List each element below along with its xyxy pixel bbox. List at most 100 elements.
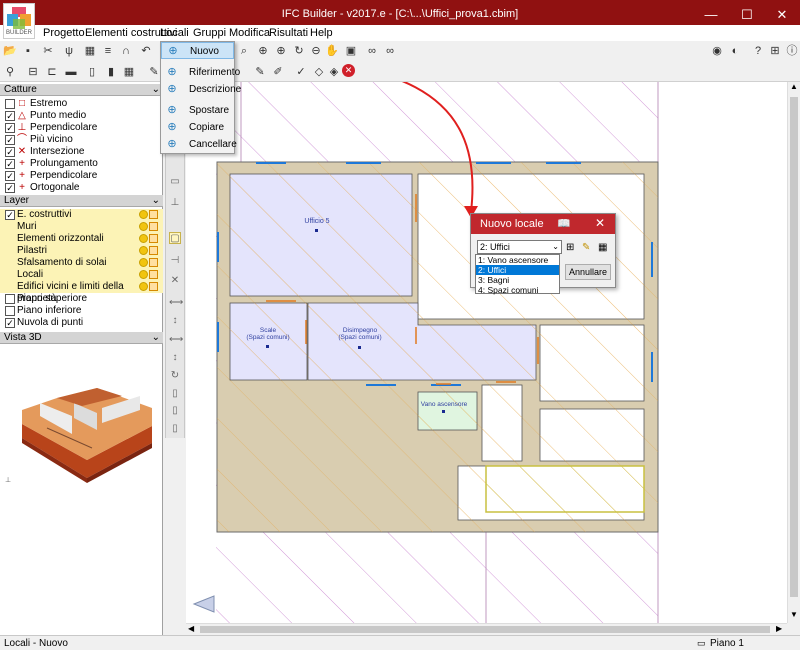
option-vano-ascensore[interactable]: 1: Vano ascensore	[476, 255, 559, 265]
catture-item[interactable]: ✓ ✕ Intersezione	[0, 146, 163, 158]
cancel-icon[interactable]: ✕	[342, 64, 355, 77]
scissors-icon[interactable]: ✂	[41, 44, 55, 58]
catture-item[interactable]: ✓ + Ortogonale	[0, 182, 163, 194]
checkbox[interactable]: ✓	[5, 159, 15, 169]
checkbox[interactable]: ✓	[5, 171, 15, 181]
add-icon[interactable]: ⊞	[566, 242, 574, 253]
layer-item[interactable]: Locali	[0, 269, 163, 281]
menu-item-riferimento[interactable]: ⊕ Riferimento	[161, 64, 240, 81]
zoom-all-icon[interactable]: ⊕	[256, 44, 270, 58]
tool-icon-7[interactable]: ▯	[169, 423, 181, 435]
undo-icon[interactable]: ↶	[139, 44, 153, 58]
checkbox[interactable]	[5, 294, 15, 304]
layer-visibility-icon[interactable]	[139, 246, 159, 256]
view-icon[interactable]: ▣	[344, 44, 358, 58]
tag-icon[interactable]: ◇	[312, 65, 326, 79]
binoculars-icon[interactable]: ∞	[365, 44, 379, 58]
magnet-icon[interactable]: ∩	[119, 44, 133, 58]
menu-help[interactable]: Help	[310, 27, 333, 39]
layer-header[interactable]: Layer ⌄	[0, 195, 163, 207]
color-wheel-icon[interactable]: ◐	[728, 44, 742, 58]
vista3d-header[interactable]: Vista 3D ⌄	[0, 332, 163, 344]
option-spazi-comuni[interactable]: 4: Spazi comuni	[476, 285, 559, 295]
catture-item[interactable]: ✓ ⌒ Più vicino	[0, 134, 163, 146]
layer-item[interactable]: Edifici vicini e limiti della proprietà	[0, 281, 163, 304]
checkbox[interactable]: ✓	[5, 111, 15, 121]
layer-visibility-icon[interactable]	[139, 258, 159, 268]
zoom-out-icon[interactable]: ⊖	[309, 44, 323, 58]
layer-visibility-icon[interactable]	[139, 270, 159, 280]
slab-icon[interactable]: ▬	[64, 65, 78, 79]
drawing-canvas[interactable]: Ufficio 5 Scale (Spazi comuni) Disimpegn…	[186, 82, 787, 623]
floors-icon[interactable]: ≡	[101, 44, 115, 58]
snap-icon[interactable]: ⚲	[3, 65, 17, 79]
menu-locali[interactable]: Locali	[160, 27, 189, 39]
layer-item[interactable]: Piano inferiore	[0, 305, 163, 317]
catture-item[interactable]: ✓ △ Punto medio	[0, 110, 163, 122]
chevron-icon[interactable]: ⌄	[152, 195, 160, 207]
scroll-right-icon[interactable]: ▶	[776, 624, 782, 633]
menu-modifica[interactable]: Modifica	[229, 27, 270, 39]
catture-item[interactable]: ✓ + Perpendicolare	[0, 170, 163, 182]
checkbox[interactable]	[5, 306, 15, 316]
chevron-icon[interactable]: ⌄	[152, 332, 160, 344]
edit-icon[interactable]: ✎	[253, 65, 267, 79]
save-icon[interactable]: ▪	[21, 44, 35, 58]
layer-item[interactable]: Sfalsamento di solai	[0, 257, 163, 269]
column-icon[interactable]: ▯	[85, 65, 99, 79]
rotate-tool-icon[interactable]: ↻	[169, 370, 181, 382]
tool-icon-6[interactable]: ▯	[169, 405, 181, 417]
room-label-vano-ascensore[interactable]: Vano ascensore	[421, 401, 468, 408]
layer-visibility-icon[interactable]	[139, 282, 159, 292]
table-icon[interactable]: ▦	[598, 242, 607, 253]
room-marker[interactable]	[358, 346, 361, 349]
vertical-scrollbar[interactable]: ▲ ▼	[787, 82, 800, 623]
move-vertical-icon[interactable]: ↕	[169, 315, 181, 327]
checkbox[interactable]: ✓	[5, 183, 15, 193]
layer-visibility-icon[interactable]	[139, 222, 159, 232]
tool-icon-5[interactable]: ▯	[169, 388, 181, 400]
scroll-thumb[interactable]	[200, 626, 770, 633]
help-icon[interactable]: ?	[751, 44, 765, 58]
layer-item[interactable]: Pilastri	[0, 245, 163, 257]
update-icon[interactable]: ⊞	[768, 44, 782, 58]
catture-item[interactable]: ✓ + Prolungamento	[0, 158, 163, 170]
dialog-close-icon[interactable]: ✕	[595, 216, 605, 230]
catture-header[interactable]: Catture ⌄	[0, 84, 163, 96]
checkbox[interactable]	[5, 99, 15, 109]
room-type-select[interactable]: 2: Uffici ⌄	[477, 240, 562, 254]
menu-item-copiare[interactable]: ⊕ Copiare	[161, 119, 234, 136]
palette-icon[interactable]: ◉	[710, 44, 724, 58]
checkbox[interactable]: ✓	[5, 147, 15, 157]
room-label-disimpegno[interactable]: Disimpegno	[343, 327, 378, 334]
zoom-window-icon[interactable]: ⌕	[237, 44, 251, 58]
room-marker[interactable]	[266, 345, 269, 348]
regen-icon[interactable]: ↻	[292, 44, 306, 58]
catture-item[interactable]: □ Estremo	[0, 98, 163, 110]
tool-icon-1[interactable]: ▭	[169, 176, 181, 188]
3d-view[interactable]: ⊥	[2, 348, 160, 488]
grid-icon[interactable]: ▦	[83, 44, 97, 58]
menu-item-descrizione[interactable]: ⊕ Descrizione	[161, 81, 241, 98]
menu-gruppi[interactable]: Gruppi	[193, 27, 226, 39]
move-horizontal-icon[interactable]: ⟷	[169, 297, 183, 309]
layer-item[interactable]: Muri	[0, 221, 163, 233]
menu-risultati[interactable]: Risultati	[269, 27, 308, 39]
horizontal-scrollbar[interactable]: ◀ ▶	[186, 623, 787, 635]
layer-item[interactable]: ✓ E. costruttivi	[0, 209, 163, 221]
tool-icon-3[interactable]: ⊣	[169, 255, 181, 267]
room-label-ufficio[interactable]: Ufficio 5	[304, 218, 329, 225]
window-icon[interactable]: ▦	[122, 65, 136, 79]
layer-item[interactable]: ✓ Nuvola di punti	[0, 317, 163, 329]
scroll-down-icon[interactable]: ▼	[790, 610, 798, 619]
layer-item[interactable]: Elementi orizzontali	[0, 233, 163, 245]
measure-icon[interactable]: ◈	[327, 65, 341, 79]
binoculars-search-icon[interactable]: ∞	[383, 44, 397, 58]
zoom-in-icon[interactable]: ⊕	[274, 44, 288, 58]
wall-icon[interactable]: ⊟	[26, 65, 40, 79]
cancel-button[interactable]: Annullare	[565, 264, 611, 280]
layer-item[interactable]: Piano superiore	[0, 293, 163, 305]
menu-item-nuovo[interactable]: ⊕ Nuovo	[161, 42, 234, 59]
tool-icon-2[interactable]: ⊥	[169, 197, 181, 209]
scroll-thumb[interactable]	[790, 97, 798, 597]
